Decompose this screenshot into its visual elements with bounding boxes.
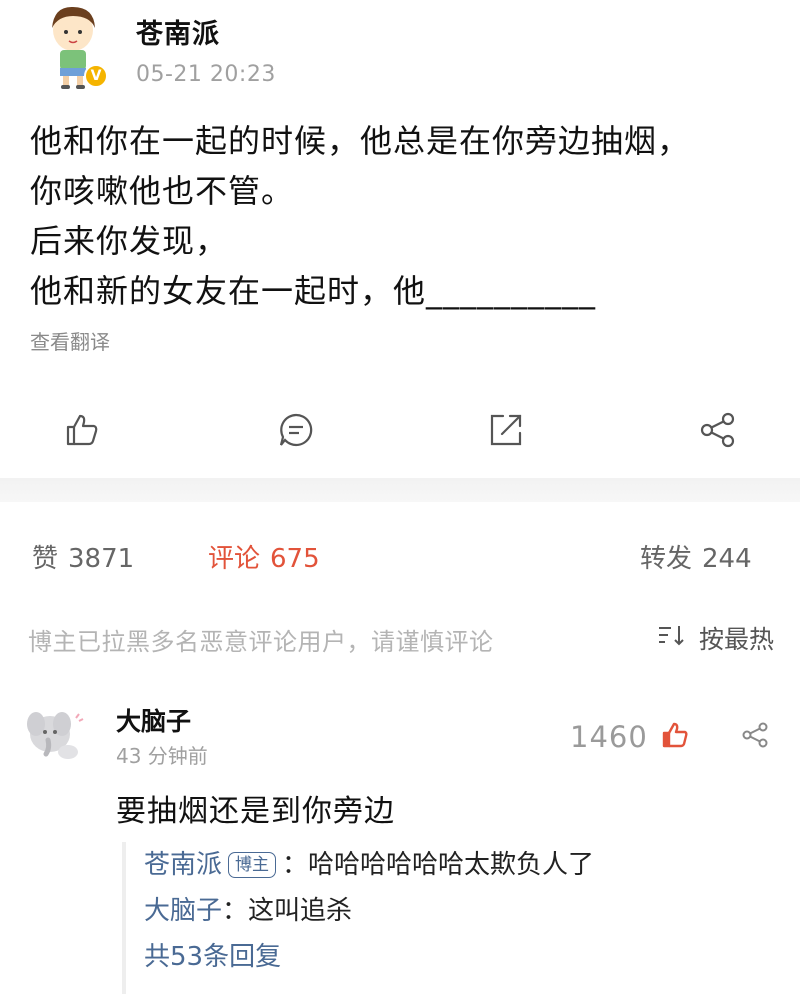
post-content: 他和你在一起的时候，他总是在你旁边抽烟， 你咳嗽他也不管。 后来你发现， 他和新…	[30, 116, 790, 316]
section-divider	[0, 478, 800, 502]
reply-item: 苍南派 博主 ：哈哈哈哈哈哈太欺负人了	[144, 842, 762, 888]
likes-count: 3871	[68, 544, 135, 574]
reposts-label: 转发	[640, 544, 693, 574]
sort-label: 按最热	[698, 625, 774, 654]
like-icon[interactable]	[62, 410, 102, 450]
repost-icon[interactable]	[486, 410, 526, 450]
post-text-line: 你咳嗽他也不管。	[30, 172, 295, 210]
comments-tab[interactable]: 评论 675	[208, 538, 320, 575]
view-translation-link[interactable]: 查看翻译	[30, 326, 110, 355]
author-badge: 博主	[228, 852, 277, 878]
reply-item: 大脑子：这叫追杀	[144, 888, 762, 934]
sort-icon	[657, 623, 687, 653]
comments-count: 675	[270, 544, 320, 574]
view-all-replies-link[interactable]: 共53条回复	[144, 934, 762, 980]
reply-text: ：哈哈哈哈哈哈太欺负人了	[282, 850, 595, 880]
commenter-avatar[interactable]	[24, 704, 86, 766]
comment-item: 大脑子 43 分钟前 1460 要抽烟还是到你旁边 苍南派 博主 ：哈哈哈哈哈哈太欺…	[0, 690, 800, 1004]
stats-bar: 赞 3871 评论 675 转发 244	[0, 532, 800, 576]
reply-user[interactable]: 苍南派	[144, 850, 222, 880]
post-text-line: 后来你发现，	[30, 222, 229, 260]
reposts-count: 244	[702, 544, 752, 574]
reply-text: ：这叫追杀	[222, 896, 353, 926]
verified-v-icon: V	[84, 64, 108, 88]
reply-thread[interactable]: 苍南派 博主 ：哈哈哈哈哈哈太欺负人了 大脑子：这叫追杀 共53条回复	[122, 842, 762, 994]
comment-like-count: 1460	[570, 720, 648, 754]
sort-button[interactable]: 按最热	[657, 620, 774, 656]
post-header: V 苍南派 05-21 20:23	[0, 0, 800, 110]
post-timestamp: 05-21 20:23	[136, 62, 276, 87]
post-text-line: 他和新的女友在一起时，他__________	[30, 272, 597, 310]
comment-text: 要抽烟还是到你旁边	[116, 794, 395, 829]
reply-user[interactable]: 大脑子	[144, 896, 222, 926]
commenter-name[interactable]: 大脑子	[116, 702, 191, 738]
comment-share-icon[interactable]	[740, 720, 770, 750]
likes-label: 赞	[32, 544, 59, 574]
comment-icon[interactable]	[276, 410, 316, 450]
comment-like-icon[interactable]	[660, 720, 690, 750]
post-action-bar	[0, 400, 800, 460]
post-text-line: 他和你在一起的时候，他总是在你旁边抽烟，	[30, 122, 691, 160]
post-author-name[interactable]: 苍南派	[136, 12, 220, 51]
comments-label: 评论	[208, 544, 261, 574]
share-icon[interactable]	[698, 410, 738, 450]
likes-tab[interactable]: 赞 3871	[32, 538, 134, 575]
comment-notice: 博主已拉黑多名恶意评论用户，请谨慎评论	[28, 628, 494, 656]
comment-time: 43 分钟前	[116, 744, 208, 768]
reposts-tab[interactable]: 转发 244	[640, 538, 752, 575]
